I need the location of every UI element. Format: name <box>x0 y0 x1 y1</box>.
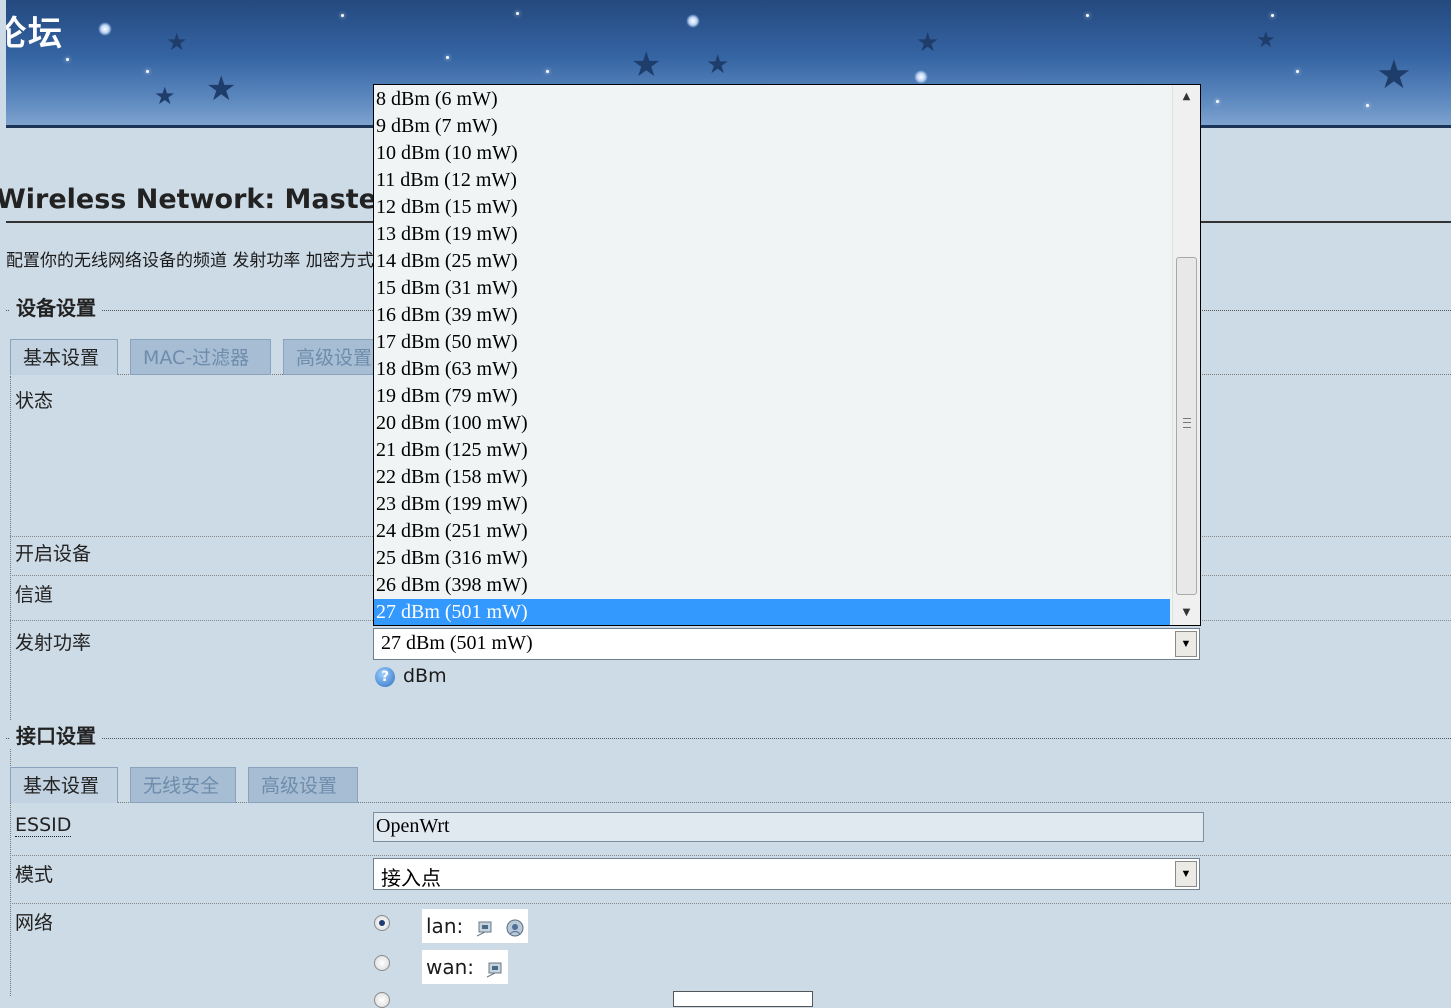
mode-select[interactable]: 接入点 ▼ <box>373 858 1200 890</box>
tab-interface-basic[interactable]: 基本设置 <box>10 767 118 803</box>
help-icon[interactable]: ? <box>375 666 395 687</box>
scroll-up-icon[interactable]: ▲ <box>1173 85 1200 109</box>
txpower-help: ? dBm <box>375 665 447 687</box>
custom-network-input[interactable] <box>673 991 813 1007</box>
txpower-option[interactable]: 27 dBm (501 mW) <box>374 599 1170 625</box>
txpower-options: 8 dBm (6 mW) 9 dBm (7 mW) 10 dBm (10 mW) 11… <box>374 86 1170 625</box>
tab-interface-advanced[interactable]: 高级设置 <box>248 767 358 803</box>
txpower-option[interactable]: 12 dBm (15 mW) <box>374 194 1170 221</box>
mode-select-value: 接入点 <box>381 868 441 890</box>
txpower-help-text: dBm <box>403 665 447 687</box>
fieldset-border <box>6 738 1451 739</box>
ethernet-port-icon <box>487 962 502 977</box>
tab-wireless-security[interactable]: 无线安全 <box>130 767 236 803</box>
txpower-option[interactable]: 13 dBm (19 mW) <box>374 221 1170 248</box>
txpower-option[interactable]: 22 dBm (158 mW) <box>374 464 1170 491</box>
txpower-option[interactable]: 18 dBm (63 mW) <box>374 356 1170 383</box>
chevron-down-icon[interactable]: ▼ <box>1175 631 1197 657</box>
interface-settings-legend: 接口设置 <box>10 720 102 749</box>
scrollbar-thumb[interactable] <box>1176 257 1197 595</box>
txpower-option[interactable]: 25 dBm (316 mW) <box>374 545 1170 572</box>
tab-device-basic[interactable]: 基本设置 <box>10 339 118 375</box>
txpower-select[interactable]: 27 dBm (501 mW) ▼ <box>373 628 1200 660</box>
star-icon: ★ <box>206 69 237 109</box>
network-wan-option[interactable]: wan: <box>422 950 509 984</box>
site-title: 论坛 <box>6 14 64 54</box>
row-divider <box>10 855 1451 856</box>
txpower-option[interactable]: 14 dBm (25 mW) <box>374 248 1170 275</box>
row-divider <box>10 903 1451 904</box>
mode-label: 模式 <box>15 864 54 886</box>
ethernet-port-icon <box>476 921 492 936</box>
txpower-option[interactable]: 24 dBm (251 mW) <box>374 518 1170 545</box>
device-settings-legend: 设备设置 <box>10 292 102 321</box>
star-icon: ★ <box>631 45 662 85</box>
txpower-option[interactable]: 26 dBm (398 mW) <box>374 572 1170 599</box>
txpower-option[interactable]: 10 dBm (10 mW) <box>374 140 1170 167</box>
network-wan-radio[interactable] <box>374 955 390 971</box>
star-icon: ★ <box>706 50 730 80</box>
star-icon: ★ <box>154 82 176 110</box>
txpower-dropdown-list[interactable]: 8 dBm (6 mW) 9 dBm (7 mW) 10 dBm (10 mW) 11… <box>373 84 1201 626</box>
txpower-option[interactable]: 21 dBm (125 mW) <box>374 437 1170 464</box>
scroll-down-icon[interactable]: ▼ <box>1173 601 1200 625</box>
tab-mac-filter[interactable]: MAC-过滤器 <box>130 339 271 375</box>
txpower-option[interactable]: 19 dBm (79 mW) <box>374 383 1170 410</box>
txpower-option[interactable]: 20 dBm (100 mW) <box>374 410 1170 437</box>
sparkle-icon <box>98 22 112 36</box>
essid-input-value: OpenWrt <box>376 815 450 837</box>
sparkle-icon <box>914 70 928 84</box>
network-custom-radio[interactable] <box>374 992 390 1008</box>
network-lan-radio[interactable] <box>374 915 390 931</box>
status-label: 状态 <box>15 390 54 412</box>
txpower-option[interactable]: 9 dBm (7 mW) <box>374 113 1170 140</box>
wireless-icon <box>506 919 524 936</box>
txpower-option[interactable]: 11 dBm (12 mW) <box>374 167 1170 194</box>
essid-input[interactable]: OpenWrt <box>373 812 1204 842</box>
network-lan-option[interactable]: lan: <box>422 909 528 943</box>
network-label: 网络 <box>15 912 54 934</box>
txpower-label: 发射功率 <box>15 632 92 654</box>
txpower-option[interactable]: 16 dBm (39 mW) <box>374 302 1170 329</box>
txpower-option[interactable]: 15 dBm (31 mW) <box>374 275 1170 302</box>
enable-device-label: 开启设备 <box>15 543 92 565</box>
star-icon: ★ <box>1376 52 1412 98</box>
star-icon: ★ <box>1256 28 1276 53</box>
txpower-option[interactable]: 23 dBm (199 mW) <box>374 491 1170 518</box>
txpower-option[interactable]: 17 dBm (50 mW) <box>374 329 1170 356</box>
star-icon: ★ <box>916 28 940 58</box>
dropdown-scrollbar[interactable]: ▲ ▼ <box>1172 85 1200 625</box>
chevron-down-icon[interactable]: ▼ <box>1175 861 1197 887</box>
star-icon: ★ <box>166 28 188 56</box>
network-wan-label: wan: <box>426 955 475 979</box>
txpower-option[interactable]: 8 dBm (6 mW) <box>374 86 1170 113</box>
network-lan-label: lan: <box>426 914 464 938</box>
channel-label: 信道 <box>15 584 54 606</box>
txpower-select-value: 27 dBm (501 mW) <box>381 632 533 654</box>
essid-label: ESSID <box>15 814 72 837</box>
sparkle-icon <box>686 14 700 28</box>
